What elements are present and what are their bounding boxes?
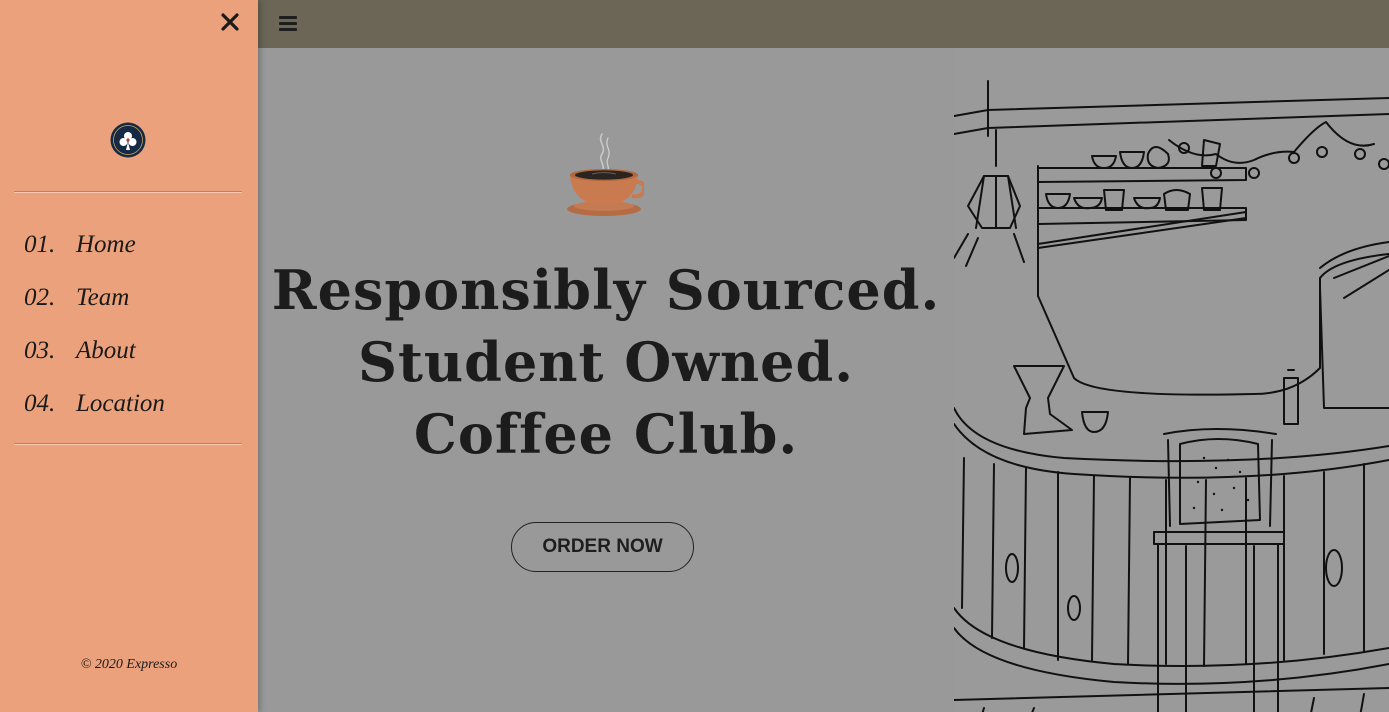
- drawer-divider-bottom: [14, 443, 242, 445]
- headline-line: Responsibly Sourced.: [271, 258, 941, 322]
- close-icon: [221, 13, 239, 31]
- nav-item-number: 02.: [24, 283, 56, 311]
- hero-headline: Responsibly Sourced. Student Owned. Coff…: [258, 254, 954, 470]
- order-now-button[interactable]: ORDER NOW: [511, 522, 694, 572]
- hero-section: Responsibly Sourced. Student Owned. Coff…: [258, 48, 954, 712]
- nav-item-label: Location: [76, 389, 165, 417]
- close-drawer-button[interactable]: [216, 8, 244, 36]
- hamburger-menu-icon[interactable]: [278, 13, 300, 33]
- nav-item-team[interactable]: 02. Team: [24, 271, 165, 324]
- nav-item-label: Team: [76, 283, 130, 311]
- coffee-cup-icon: [567, 133, 644, 216]
- nav-item-number: 04.: [24, 389, 56, 417]
- drawer-nav: 01. Home 02. Team 03. About 04. Location: [24, 218, 165, 430]
- headline-line: Student Owned.: [357, 330, 855, 394]
- copyright-text: © 2020 Expresso: [80, 657, 178, 672]
- coffee-bar-sketch-image: [954, 48, 1389, 712]
- side-drawer: 01. Home 02. Team 03. About 04. Location…: [0, 0, 258, 712]
- nav-item-home[interactable]: 01. Home: [24, 218, 165, 271]
- nav-item-label: Home: [76, 230, 136, 258]
- nav-item-label: About: [76, 336, 136, 364]
- headline-line: Coffee Club.: [413, 402, 799, 466]
- nav-item-number: 03.: [24, 336, 56, 364]
- top-bar: [258, 0, 1389, 48]
- nav-item-about[interactable]: 03. About: [24, 324, 165, 377]
- nav-item-location[interactable]: 04. Location: [24, 377, 165, 430]
- drawer-divider-top: [14, 191, 242, 193]
- club-logo-icon[interactable]: [110, 122, 146, 158]
- nav-item-number: 01.: [24, 230, 56, 258]
